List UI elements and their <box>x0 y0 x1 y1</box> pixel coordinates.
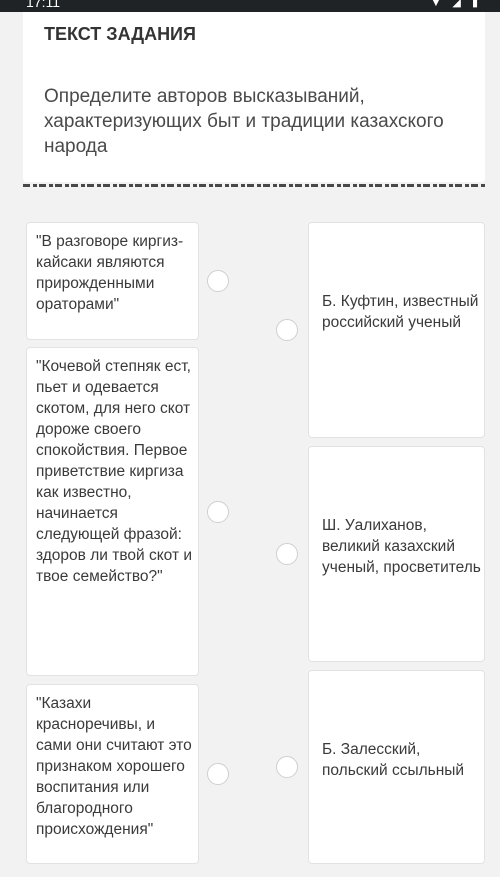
author-text: Ш. Уалиханов, великий казахский ученый, … <box>322 517 481 576</box>
task-card: ТЕКСТ ЗАДАНИЯ Определите авторов высказы… <box>23 12 485 182</box>
statement-card[interactable]: "Казахи красноречивы, и сами они считают… <box>26 684 199 864</box>
author-card[interactable]: Б. Куфтин, известный российский ученый <box>308 222 485 438</box>
status-time: 17:11 <box>26 0 60 10</box>
statement-radio[interactable] <box>207 501 229 523</box>
statement-card[interactable]: "Кочевой степняк ест, пьет и одевается с… <box>26 347 199 676</box>
status-bar: 17:11 ▼ ◢ ▮ <box>0 0 500 12</box>
author-radio[interactable] <box>276 319 298 341</box>
author-text: Б. Куфтин, известный российский ученый <box>322 293 479 331</box>
statement-radio[interactable] <box>207 763 229 785</box>
statement-card[interactable]: "В разговоре киргиз-кайсаки являются при… <box>26 222 199 340</box>
statement-text: "Казахи красноречивы, и сами они считают… <box>36 695 192 838</box>
task-question: Определите авторов высказываний, характе… <box>44 86 444 157</box>
statement-radio[interactable] <box>207 270 229 292</box>
author-text: Б. Залесский, польский ссыльный <box>322 741 465 779</box>
divider <box>23 184 485 187</box>
author-radio[interactable] <box>276 756 298 778</box>
statement-text: "В разговоре киргиз-кайсаки являются при… <box>36 233 184 313</box>
author-radio[interactable] <box>276 543 298 565</box>
status-icons: ▼ ◢ ▮ <box>430 0 482 9</box>
author-card[interactable]: Б. Залесский, польский ссыльный <box>308 670 485 864</box>
statement-text: "Кочевой степняк ест, пьет и одевается с… <box>36 358 193 585</box>
author-card[interactable]: Ш. Уалиханов, великий казахский ученый, … <box>308 446 485 662</box>
task-heading: ТЕКСТ ЗАДАНИЯ <box>44 24 196 44</box>
